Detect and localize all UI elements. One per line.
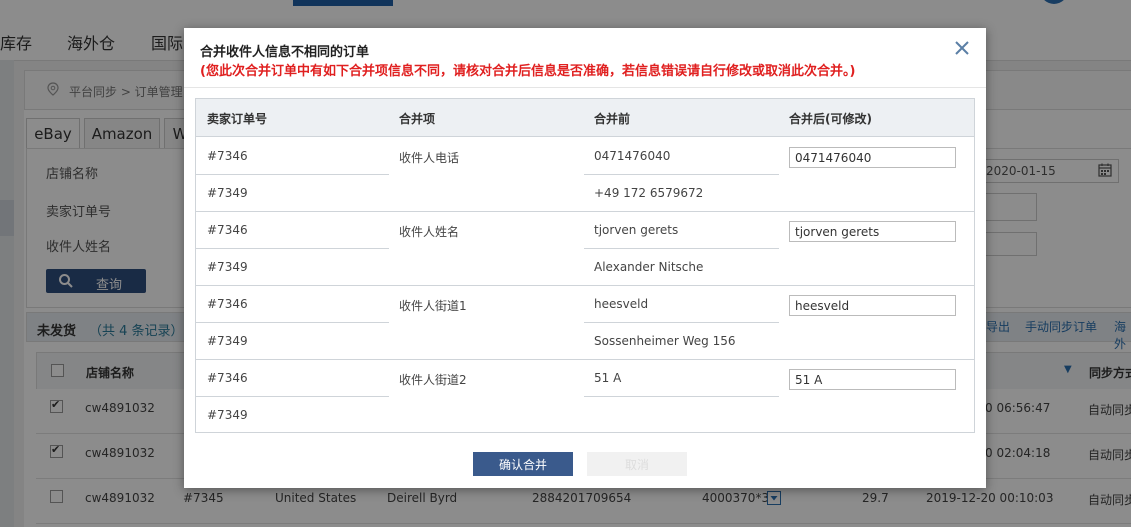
merged-street1-input[interactable] bbox=[789, 295, 956, 316]
column-header-field: 合并项 bbox=[399, 112, 436, 126]
row-divider bbox=[196, 322, 389, 323]
order-no: #7349 bbox=[207, 260, 248, 274]
value-before: Alexander Nitsche bbox=[594, 260, 704, 274]
order-no: #7346 bbox=[207, 371, 248, 385]
order-no: #7349 bbox=[207, 186, 248, 200]
dialog-warning: (您此次合并订单中有如下合并项信息不同，请核对合并后信息是否准确，若信息错误请自… bbox=[200, 64, 856, 79]
column-header-after: 合并后(可修改) bbox=[789, 112, 872, 126]
merge-group-name: #7346 #7349 收件人姓名 tjorven gerets Alexand… bbox=[196, 211, 974, 286]
merge-field-name: 收件人电话 bbox=[399, 151, 460, 165]
order-no: #7349 bbox=[207, 408, 248, 422]
column-header-before: 合并前 bbox=[594, 112, 631, 126]
merge-field-name: 收件人街道2 bbox=[399, 373, 467, 387]
dialog-divider bbox=[184, 87, 986, 88]
value-before: heesveld bbox=[594, 297, 649, 311]
cancel-button[interactable]: 取消 bbox=[587, 452, 687, 476]
merged-name-input[interactable] bbox=[789, 221, 956, 242]
merged-phone-input[interactable] bbox=[789, 147, 956, 168]
order-no: #7349 bbox=[207, 334, 248, 348]
order-no: #7346 bbox=[207, 223, 248, 237]
close-icon[interactable] bbox=[952, 38, 972, 58]
merge-field-name: 收件人姓名 bbox=[399, 225, 460, 239]
merge-group-phone: #7346 #7349 收件人电话 0471476040 +49 172 657… bbox=[196, 137, 974, 212]
row-divider bbox=[584, 396, 779, 397]
row-divider bbox=[196, 248, 389, 249]
merge-group-street2: #7346 #7349 收件人街道2 51 A bbox=[196, 359, 974, 433]
merged-street2-input[interactable] bbox=[789, 369, 956, 390]
value-before: Sossenheimer Weg 156 bbox=[594, 334, 736, 348]
value-before: tjorven gerets bbox=[594, 223, 679, 237]
merge-table: 卖家订单号 合并项 合并前 合并后(可修改) #7346 #7349 收件人电话… bbox=[195, 98, 975, 433]
order-no: #7346 bbox=[207, 149, 248, 163]
dialog-title: 合并收件人信息不相同的订单 bbox=[200, 45, 370, 60]
row-divider bbox=[196, 396, 389, 397]
row-divider bbox=[196, 174, 389, 175]
row-divider bbox=[584, 248, 779, 249]
merge-field-name: 收件人街道1 bbox=[399, 299, 467, 313]
merge-orders-dialog: 合并收件人信息不相同的订单 (您此次合并订单中有如下合并项信息不同，请核对合并后… bbox=[184, 28, 986, 488]
value-before: 51 A bbox=[594, 371, 622, 385]
confirm-merge-button[interactable]: 确认合并 bbox=[473, 452, 573, 476]
value-before: +49 172 6579672 bbox=[594, 186, 704, 200]
column-header-order-no: 卖家订单号 bbox=[207, 112, 268, 126]
value-before: 0471476040 bbox=[594, 149, 671, 163]
merge-table-header: 卖家订单号 合并项 合并前 合并后(可修改) bbox=[196, 99, 974, 137]
row-divider bbox=[584, 174, 779, 175]
order-no: #7346 bbox=[207, 297, 248, 311]
row-divider bbox=[584, 322, 779, 323]
merge-group-street1: #7346 #7349 收件人街道1 heesveld Sossenheimer… bbox=[196, 285, 974, 360]
